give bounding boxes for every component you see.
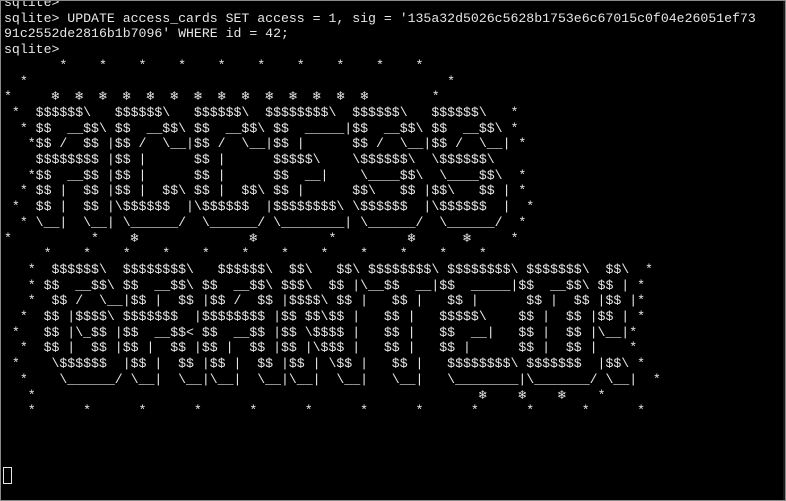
terminal-line: * $$ | $$ |$$ | $$\ $$ | $$\ $$ | $$\ $$… — [4, 183, 527, 199]
terminal-line: 91c2552de2816b1b7096' WHERE id = 42; — [4, 26, 289, 42]
terminal-line: * * — [4, 73, 456, 89]
terminal-line: * $$ | $$ |$$ | $$ |$$ | $$ |$$ |\$$$ | … — [4, 340, 638, 356]
terminal-line: * $$ |$$$$\ $$$$$$$ |$$$$$$$$ |$$ $$\$$ … — [4, 309, 646, 325]
terminal-line: sqlite> — [4, 0, 68, 10]
terminal-line: * $$ | $$ |\$$$$$$ |\$$$$$$ |$$$$$$$$\ \… — [4, 199, 535, 215]
terminal-line: *$$ / $$ |$$ / \__|$$ / \__|$$ | $$ / \_… — [4, 136, 527, 152]
terminal-line: * $$$$$$\ $$$$$$$$\ $$$$$$\ $$\ $$\ $$$$… — [4, 261, 653, 277]
terminal-line: * \______/ \__| \__|\__| \__|\__| \__| \… — [4, 371, 661, 387]
terminal-line: * $$ __$$\ $$ __$$\ $$ __$$\ $$$\ $$ |\_… — [4, 277, 646, 293]
terminal-line: * * * * * * * * * * * * — [4, 246, 487, 262]
terminal-line: * * * * * * * * * * * * — [4, 403, 646, 419]
terminal-output: sqlite> sqlite> UPDATE access_cards SET … — [4, 0, 756, 466]
terminal-line: * $$ __$$\ $$ __$$\ $$ __$$\ $$ _____|$$… — [4, 120, 519, 136]
terminal-line: * ❄ ❄ ❄ * — [4, 387, 606, 403]
terminal-line: * * ❄ ❄ * ❄ ❄ * — [4, 230, 519, 246]
terminal-window[interactable]: sqlite> sqlite> UPDATE access_cards SET … — [0, 0, 786, 501]
terminal-line: * $$ |\_$$ |$$ __$$< $$ __$$ |$$ \$$$$ |… — [4, 324, 638, 340]
block-cursor-icon — [3, 467, 12, 484]
terminal-line: sqlite> — [4, 42, 60, 58]
terminal-line: * * * * * * * * * * — [4, 57, 424, 73]
terminal-line: sqlite> UPDATE access_cards SET access =… — [4, 10, 756, 26]
terminal-line: * ❄ ❄ ❄ ❄ ❄ ❄ ❄ ❄ ❄ ❄ ❄ ❄ ❄ ❄ * — [4, 89, 440, 105]
terminal-line: *$$ __$$ |$$ | $$ | $$ __| \____$$\ \___… — [4, 167, 527, 183]
scrollbar[interactable] — [783, 1, 785, 500]
terminal-line: * \$$$$$$ |$$ | $$ |$$ | $$ |$$ | \$$ | … — [4, 356, 646, 372]
terminal-line: * \__| \__| \______/ \______/ \________|… — [4, 214, 527, 230]
terminal-line: * $$ / \__|$$ | $$ |$$ / $$ |$$$$\ $$ | … — [4, 293, 646, 309]
terminal-line: * $$$$$$\ $$$$$$\ $$$$$$\ $$$$$$$$\ $$$$… — [4, 104, 519, 120]
terminal-line: $$$$$$$$ |$$ | $$ | $$$$$\ \$$$$$$\ \$$$… — [4, 152, 495, 168]
